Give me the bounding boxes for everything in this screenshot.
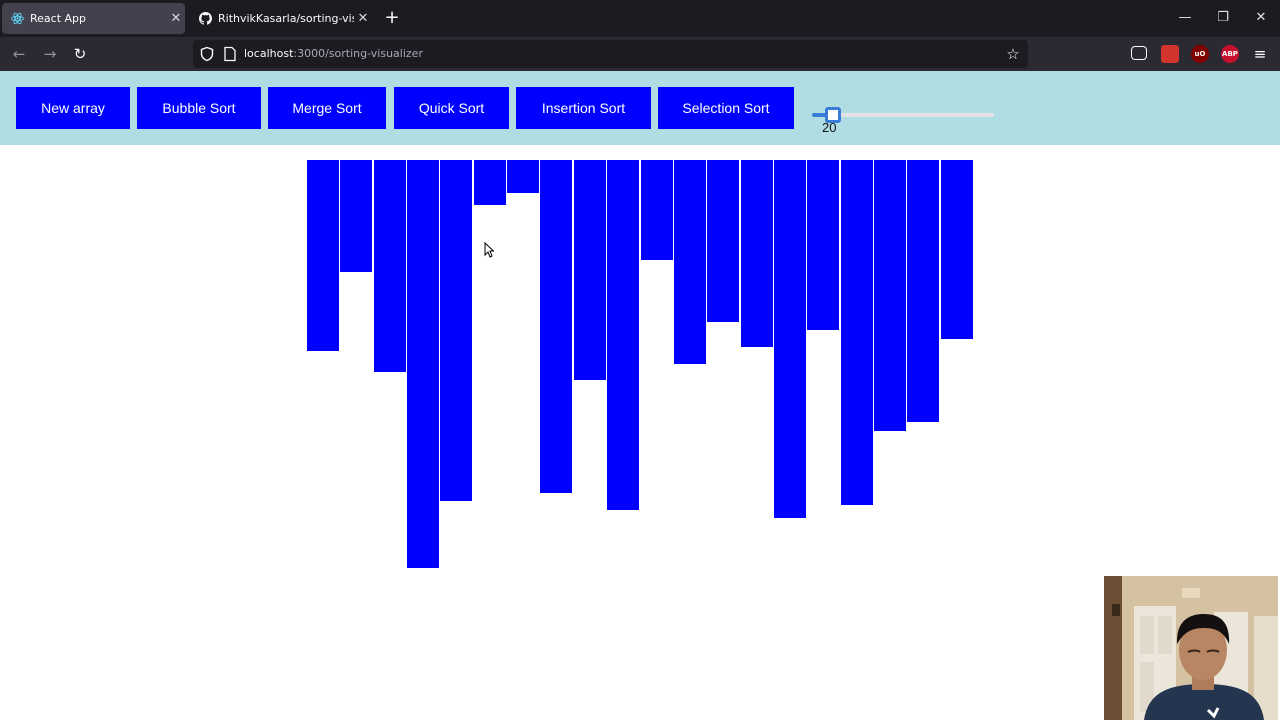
array-bar [374,160,406,372]
tab-github[interactable]: RithvikKasarla/sorting-visualizer ✕ [190,3,372,34]
tab-react-app[interactable]: React App ✕ [2,3,185,34]
extension-red-icon[interactable] [1161,45,1179,63]
array-size-value: 20 [822,120,837,135]
webcam-person-image [1104,576,1278,720]
array-bar [407,160,439,568]
close-icon[interactable]: ✕ [167,11,185,26]
bookmark-star-icon[interactable]: ☆ [1004,45,1022,63]
tab-title: React App [30,12,87,25]
insertion-sort-button[interactable]: Insertion Sort [516,87,651,129]
array-bar [841,160,873,505]
forward-icon[interactable]: → [40,44,60,64]
ublock-icon[interactable]: uO [1191,45,1209,63]
array-bar [674,160,706,364]
array-bar [641,160,673,260]
array-bar [507,160,539,193]
menu-icon[interactable]: ≡ [1250,44,1270,64]
array-size-slider[interactable] [812,107,994,123]
page-icon[interactable] [223,46,237,62]
array-bar [874,160,906,431]
mouse-cursor-icon [484,242,494,258]
array-bar [741,160,773,347]
webcam-overlay [1104,576,1278,720]
shield-icon[interactable] [199,46,215,62]
array-bar [440,160,472,501]
array-bar [774,160,806,518]
ublock-label: uO [1194,50,1206,58]
pocket-icon[interactable] [1131,46,1147,60]
abp-label: ABP [1222,50,1238,58]
github-icon [198,12,212,26]
tab-title: RithvikKasarla/sorting-visualizer [218,12,354,25]
restore-icon[interactable]: ❐ [1213,8,1233,28]
bubble-sort-button[interactable]: Bubble Sort [137,87,261,129]
selection-sort-button[interactable]: Selection Sort [658,87,794,129]
browser-tab-bar: React App ✕ RithvikKasarla/sorting-visua… [0,0,1280,37]
new-array-button[interactable]: New array [16,87,130,129]
url-host: localhost [244,47,294,60]
close-icon[interactable]: ✕ [354,11,372,26]
back-icon[interactable]: ← [9,44,29,64]
adblock-plus-icon[interactable]: ABP [1221,45,1239,63]
array-bar [807,160,839,330]
array-bar [307,160,339,351]
browser-nav-bar: ← → ↻ localhost:3000/sorting-visualizer … [0,37,1280,71]
minimize-icon[interactable]: — [1175,8,1195,28]
react-icon [10,12,24,26]
new-tab-icon[interactable]: + [382,8,402,28]
app-toolbar: New array Bubble Sort Merge Sort Quick S… [0,71,1280,145]
array-bar [574,160,606,380]
array-bar [474,160,506,205]
url-path: :3000/sorting-visualizer [293,47,423,60]
close-window-icon[interactable]: ✕ [1251,8,1271,28]
array-bar [907,160,939,422]
url-text[interactable]: localhost:3000/sorting-visualizer [244,47,423,60]
array-bar [607,160,639,510]
url-bar[interactable]: localhost:3000/sorting-visualizer ☆ [193,40,1028,68]
array-bars [307,160,974,580]
array-bar [941,160,973,339]
quick-sort-button[interactable]: Quick Sort [394,87,509,129]
reload-icon[interactable]: ↻ [70,44,90,64]
array-bar [340,160,372,272]
merge-sort-button[interactable]: Merge Sort [268,87,386,129]
array-bar [707,160,739,322]
array-bar [540,160,572,493]
